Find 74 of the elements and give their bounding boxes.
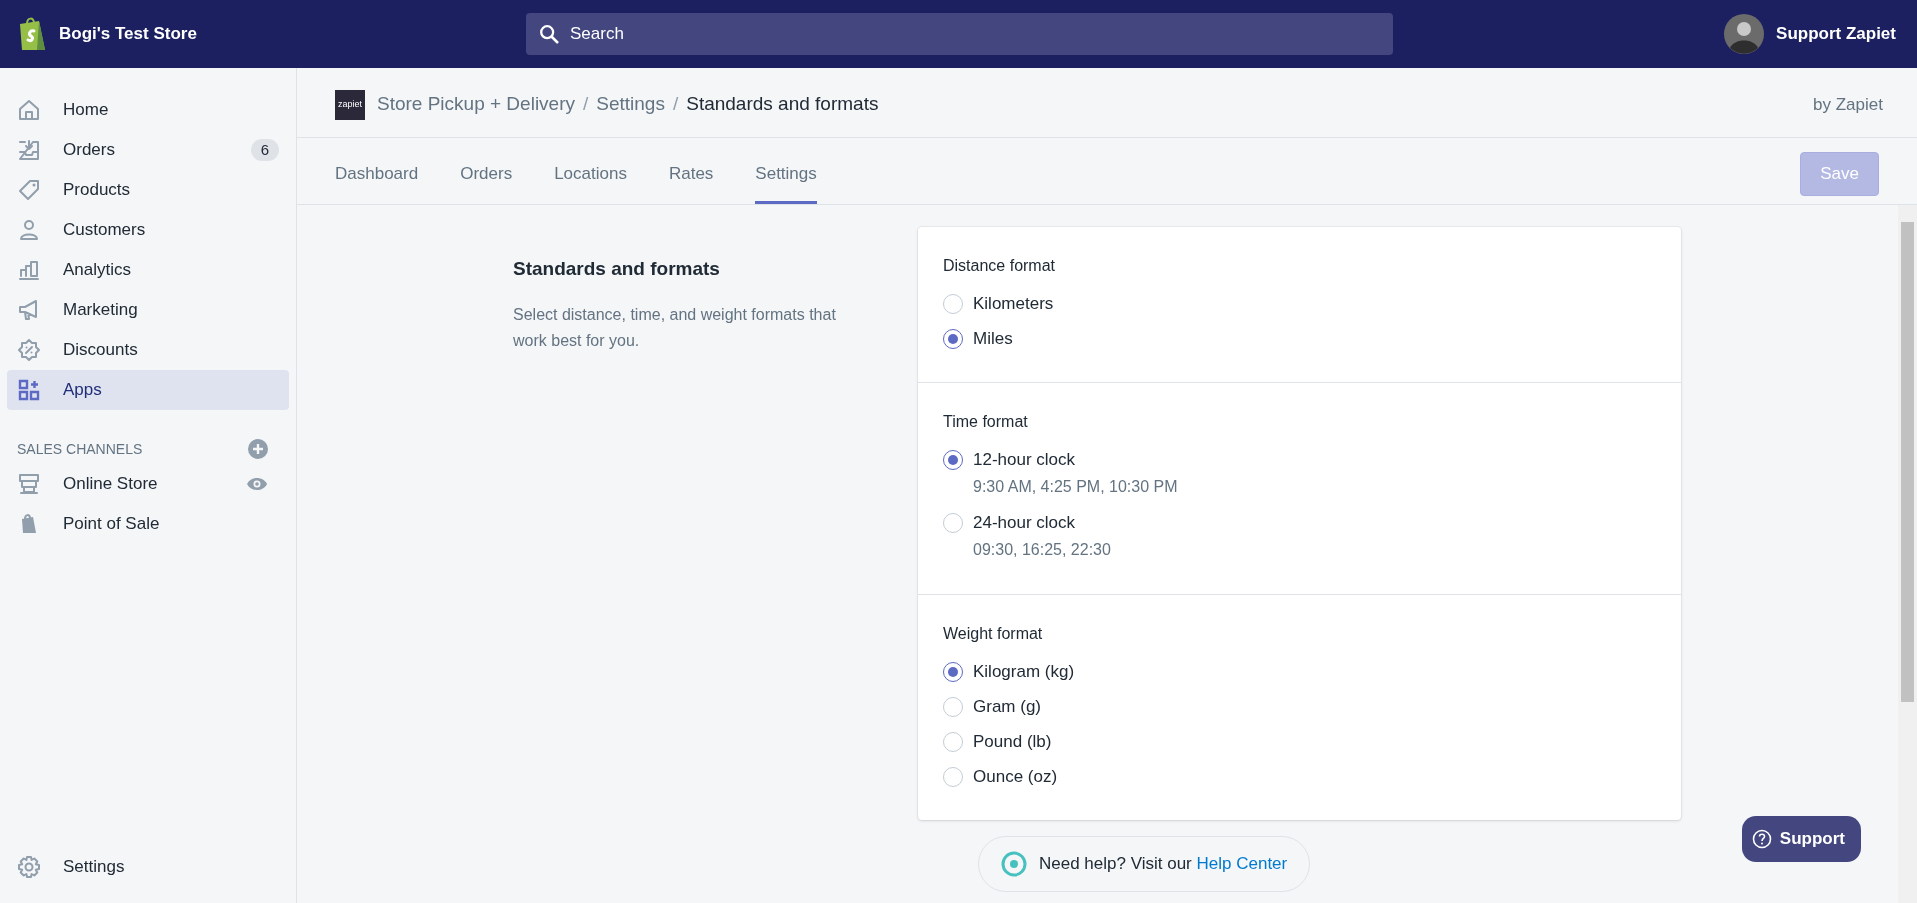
tab[interactable]: Dashboard xyxy=(335,144,419,204)
count-badge: 6 xyxy=(250,139,279,161)
sidebar-label: Marketing xyxy=(63,299,138,322)
sidebar-item[interactable]: Products xyxy=(7,170,289,210)
app-logo: zapiet xyxy=(335,89,365,120)
apps-grid-icon xyxy=(17,378,41,402)
tab[interactable]: Locations xyxy=(554,144,627,204)
inbox-icon xyxy=(17,138,41,162)
sidebar-label: Online Store xyxy=(63,473,158,496)
sidebar-label: Settings xyxy=(63,856,125,879)
breadcrumb[interactable]: Store Pickup + Delivery xyxy=(377,90,575,119)
sidebar-label: Apps xyxy=(63,379,102,402)
add-icon[interactable] xyxy=(248,439,268,459)
radio-label[interactable]: Miles xyxy=(973,325,1013,352)
radio-label[interactable]: Kilometers xyxy=(973,290,1054,317)
radio-label[interactable]: 12-hour clock xyxy=(973,446,1076,473)
tab[interactable]: Orders xyxy=(460,144,513,204)
section-heading: SALES CHANNELS xyxy=(17,439,143,459)
sidebar-label: Discounts xyxy=(63,339,138,362)
radio-label[interactable]: Kilogram (kg) xyxy=(973,658,1075,685)
store-name[interactable]: Bogi's Test Store xyxy=(59,21,197,47)
sidebar-label: Customers xyxy=(63,219,146,242)
radio-label[interactable]: Pound (lb) xyxy=(973,728,1052,755)
sidebar-item[interactable]: Home xyxy=(7,90,289,130)
help-center-link[interactable]: Help Center xyxy=(1196,854,1288,874)
sidebar-item[interactable]: Settings xyxy=(7,847,289,887)
sidebar-item[interactable]: Point of Sale xyxy=(7,504,289,544)
sidebar-label: Orders xyxy=(63,139,115,162)
sidebar-item[interactable]: Customers xyxy=(7,210,289,250)
tag-icon xyxy=(17,178,41,202)
tab[interactable]: Rates xyxy=(668,144,714,204)
scrollbar[interactable] xyxy=(1898,205,1917,903)
house-icon xyxy=(17,98,41,122)
help-text: Need help? Visit our Help Center xyxy=(1039,853,1288,876)
format-example: 09:30, 16:25, 22:30 xyxy=(972,540,1112,560)
sidebar-item[interactable]: Marketing xyxy=(7,290,289,330)
format-example: 9:30 AM, 4:25 PM, 10:30 PM xyxy=(972,477,1179,497)
shopping-bag-logo xyxy=(17,16,47,52)
radio-label[interactable]: Gram (g) xyxy=(973,693,1041,720)
group-title: Distance format xyxy=(943,256,1057,276)
bar-chart-icon xyxy=(17,258,41,282)
sidebar-label: Point of Sale xyxy=(63,513,160,536)
sidebar-item[interactable]: Analytics xyxy=(7,250,289,290)
sidebar-item[interactable]: Orders 6 xyxy=(7,130,289,170)
help-icon xyxy=(1751,829,1772,849)
eye-icon[interactable] xyxy=(246,476,268,492)
support-button[interactable]: Support xyxy=(1741,816,1861,862)
breadcrumb-separator: / xyxy=(583,92,589,117)
sidebar-label: Products xyxy=(63,179,131,202)
section-title: Standards and formats xyxy=(513,257,721,281)
section-description: Select distance, time, and weight formats that work best for you. xyxy=(513,304,837,351)
sidebar-item[interactable]: Apps xyxy=(7,370,289,410)
search-icon xyxy=(538,23,560,45)
storefront-icon xyxy=(17,472,41,496)
sidebar-label: Analytics xyxy=(63,259,132,282)
settings-icon xyxy=(17,855,41,879)
person-icon xyxy=(17,218,41,242)
breadcrumb[interactable]: Settings xyxy=(596,90,665,119)
developer-credit: by Zapiet xyxy=(1813,93,1883,116)
help-icon xyxy=(1001,851,1027,877)
sidebar-label: Home xyxy=(63,99,109,122)
discount-badge-icon xyxy=(17,338,41,362)
sidebar-item[interactable]: Online Store xyxy=(7,464,289,504)
search-field[interactable]: Search xyxy=(526,13,1393,55)
tab[interactable]: Settings xyxy=(755,144,817,204)
radio-label[interactable]: 24-hour clock xyxy=(973,509,1076,536)
avatar[interactable] xyxy=(1724,14,1765,54)
breadcrumb: Standards and formats xyxy=(686,92,879,117)
radio-label[interactable]: Ounce (oz) xyxy=(973,763,1058,790)
user-name[interactable]: Support Zapiet xyxy=(1776,21,1896,47)
group-title: Time format xyxy=(943,412,1029,432)
group-title: Weight format xyxy=(943,624,1044,644)
sidebar-item[interactable]: Discounts xyxy=(7,330,289,370)
breadcrumb-separator: / xyxy=(672,92,679,117)
